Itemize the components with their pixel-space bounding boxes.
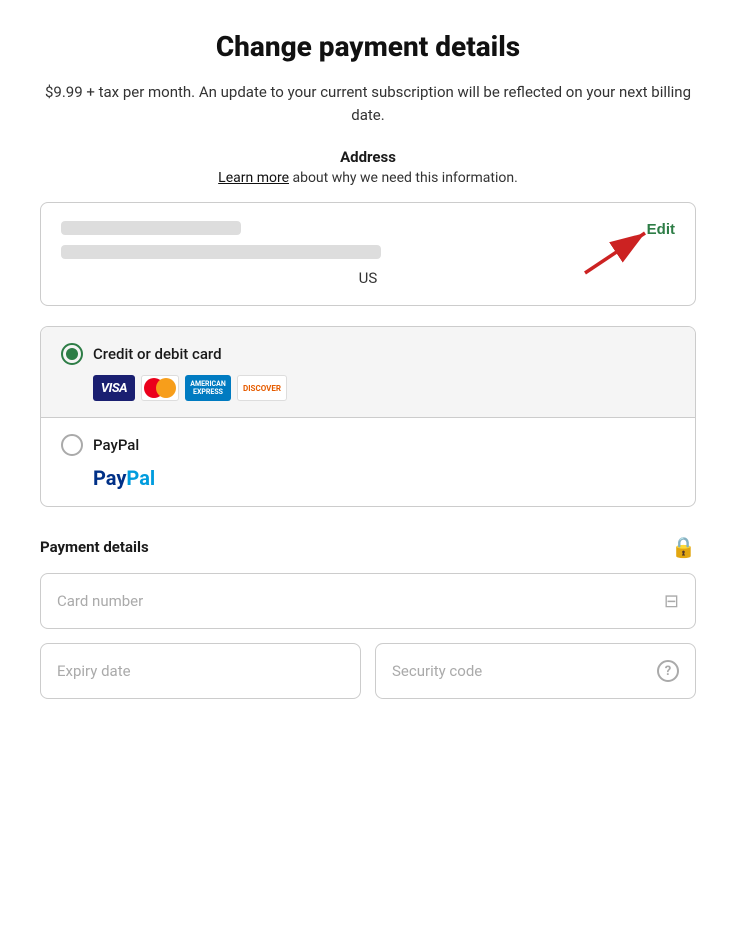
card-number-field[interactable]: Card number ⊟: [40, 573, 696, 629]
expiry-date-field[interactable]: Expiry date: [40, 643, 361, 699]
radio-inner: [66, 348, 78, 360]
radio-paypal-unselected[interactable]: [61, 434, 83, 456]
page-title: Change payment details: [40, 30, 696, 63]
payment-method-box: Credit or debit card VISA AMERICANEXPRES…: [40, 326, 696, 507]
learn-more-link[interactable]: Learn more: [218, 170, 289, 186]
expiry-placeholder: Expiry date: [57, 662, 131, 680]
amex-logo: AMERICANEXPRESS: [185, 375, 231, 401]
page-container: Change payment details $9.99 + tax per m…: [40, 30, 696, 909]
lock-icon: 🔒: [671, 535, 696, 559]
payment-option-paypal[interactable]: PayPal PayPal: [41, 418, 695, 506]
payment-details-header: Payment details 🔒: [40, 535, 696, 559]
address-label: Address: [40, 148, 696, 166]
paypal-option-header: PayPal: [61, 434, 675, 456]
expiry-security-row: Expiry date Security code ?: [40, 643, 696, 699]
paypal-logo-area: PayPal: [93, 466, 675, 490]
address-country: US: [61, 269, 675, 287]
card-logos: VISA AMERICANEXPRESS DISCOVER: [93, 375, 675, 401]
card-number-placeholder: Card number: [57, 592, 143, 610]
edit-button[interactable]: Edit: [647, 221, 675, 238]
paypal-logo-blue: Pal: [126, 466, 155, 490]
mc-orange-circle: [156, 378, 176, 398]
question-icon[interactable]: ?: [657, 660, 679, 682]
radio-card-selected[interactable]: [61, 343, 83, 365]
paypal-option-label: PayPal: [93, 436, 139, 454]
address-link-text: Learn more about why we need this inform…: [40, 170, 696, 186]
visa-logo: VISA: [93, 375, 135, 401]
subtitle: $9.99 + tax per month. An update to your…: [40, 81, 696, 126]
payment-option-card[interactable]: Credit or debit card VISA AMERICANEXPRES…: [41, 327, 695, 418]
security-code-field[interactable]: Security code ?: [375, 643, 696, 699]
address-box: US Edit: [40, 202, 696, 306]
paypal-logo: PayPal: [93, 466, 155, 490]
address-placeholder-long: [61, 245, 381, 259]
discover-logo: DISCOVER: [237, 375, 287, 401]
card-option-label: Credit or debit card: [93, 345, 222, 363]
card-icon: ⊟: [664, 591, 679, 612]
security-placeholder: Security code: [392, 662, 482, 680]
mastercard-logo: [141, 375, 179, 401]
address-placeholder-short: [61, 221, 241, 235]
address-section: Address Learn more about why we need thi…: [40, 148, 696, 186]
payment-details-label: Payment details: [40, 538, 149, 556]
card-option-header: Credit or debit card: [61, 343, 675, 365]
